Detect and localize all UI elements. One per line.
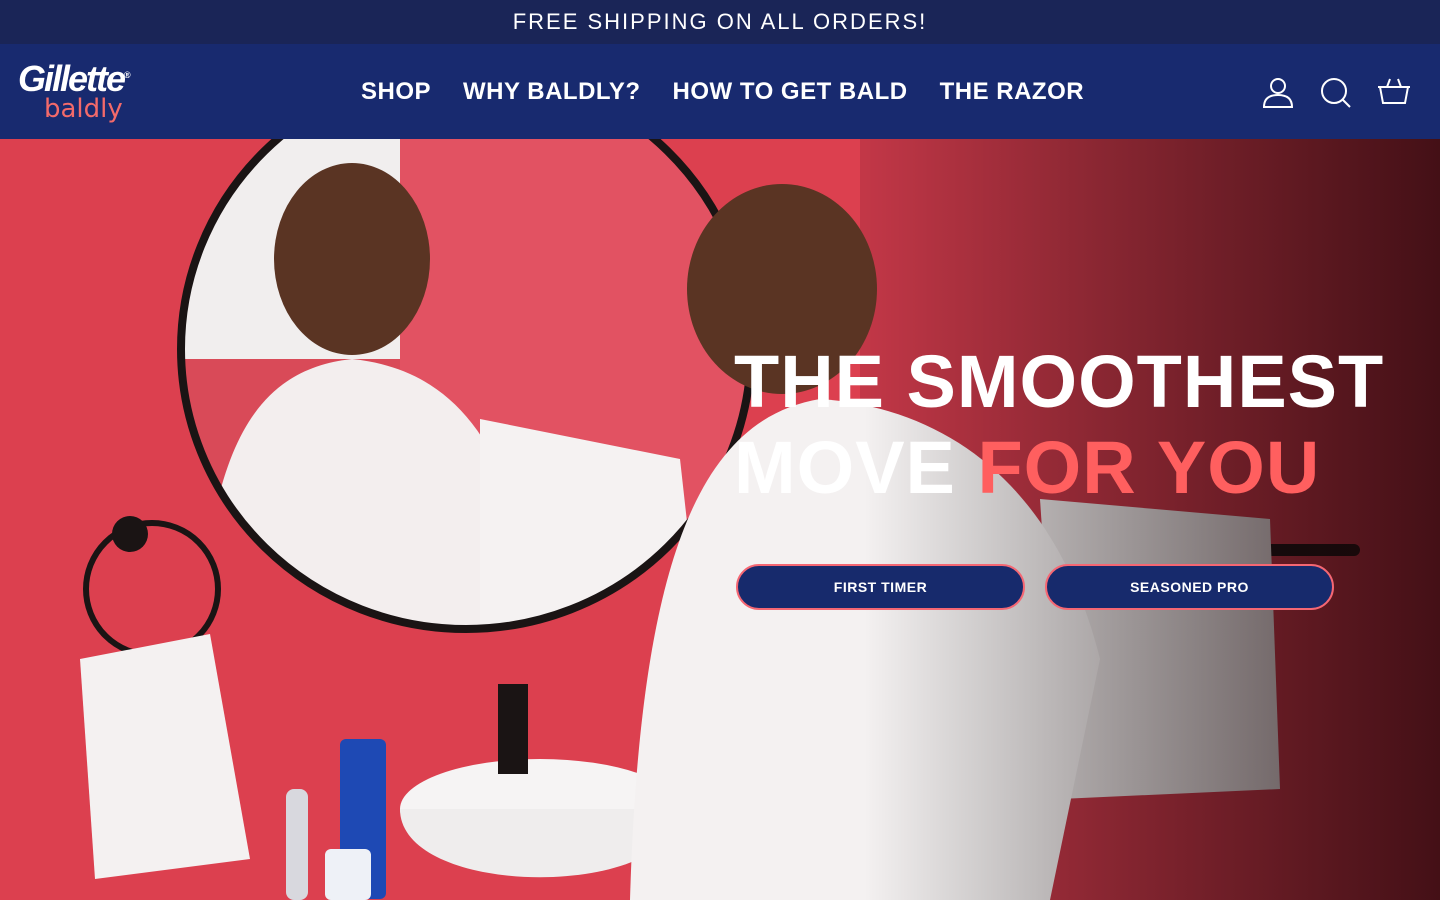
cart-button[interactable] (1374, 72, 1414, 112)
headline-line-2-prefix: MOVE (734, 426, 978, 509)
brand-logo[interactable]: Gillette® baldly (18, 58, 158, 128)
account-icon (1262, 77, 1294, 108)
headline-accent: FOR YOU (977, 426, 1321, 509)
logo-baldly-wordmark: baldly (44, 94, 123, 124)
cart-icon (1378, 78, 1410, 104)
search-button[interactable] (1316, 72, 1356, 112)
hero-bathroom-photo (0, 139, 1440, 900)
nav-item-shop[interactable]: SHOP (345, 78, 447, 106)
announcement-bar: FREE SHIPPING ON ALL ORDERS! (0, 0, 1440, 44)
hero-cta-group: FIRST TIMER SEASONED PRO (736, 564, 1334, 610)
headline-line-1: THE SMOOTHEST (734, 340, 1385, 423)
main-navigation: SHOP WHY BALDLY? HOW TO GET BALD THE RAZ… (345, 44, 1100, 139)
header-icons (1258, 44, 1414, 139)
nav-item-why-baldly[interactable]: WHY BALDLY? (447, 78, 657, 106)
hero-headline: THE SMOOTHEST MOVE FOR YOU (734, 339, 1424, 511)
site-header: Gillette® baldly SHOP WHY BALDLY? HOW TO… (0, 44, 1440, 139)
first-timer-button[interactable]: FIRST TIMER (736, 564, 1025, 610)
account-button[interactable] (1258, 72, 1298, 112)
seasoned-pro-button[interactable]: SEASONED PRO (1045, 564, 1334, 610)
hero-banner: THE SMOOTHEST MOVE FOR YOU FIRST TIMER S… (0, 139, 1440, 900)
nav-item-the-razor[interactable]: THE RAZOR (924, 78, 1101, 106)
announcement-text: FREE SHIPPING ON ALL ORDERS! (512, 9, 928, 34)
nav-item-how-to-get-bald[interactable]: HOW TO GET BALD (657, 78, 924, 106)
search-icon (1321, 77, 1351, 108)
